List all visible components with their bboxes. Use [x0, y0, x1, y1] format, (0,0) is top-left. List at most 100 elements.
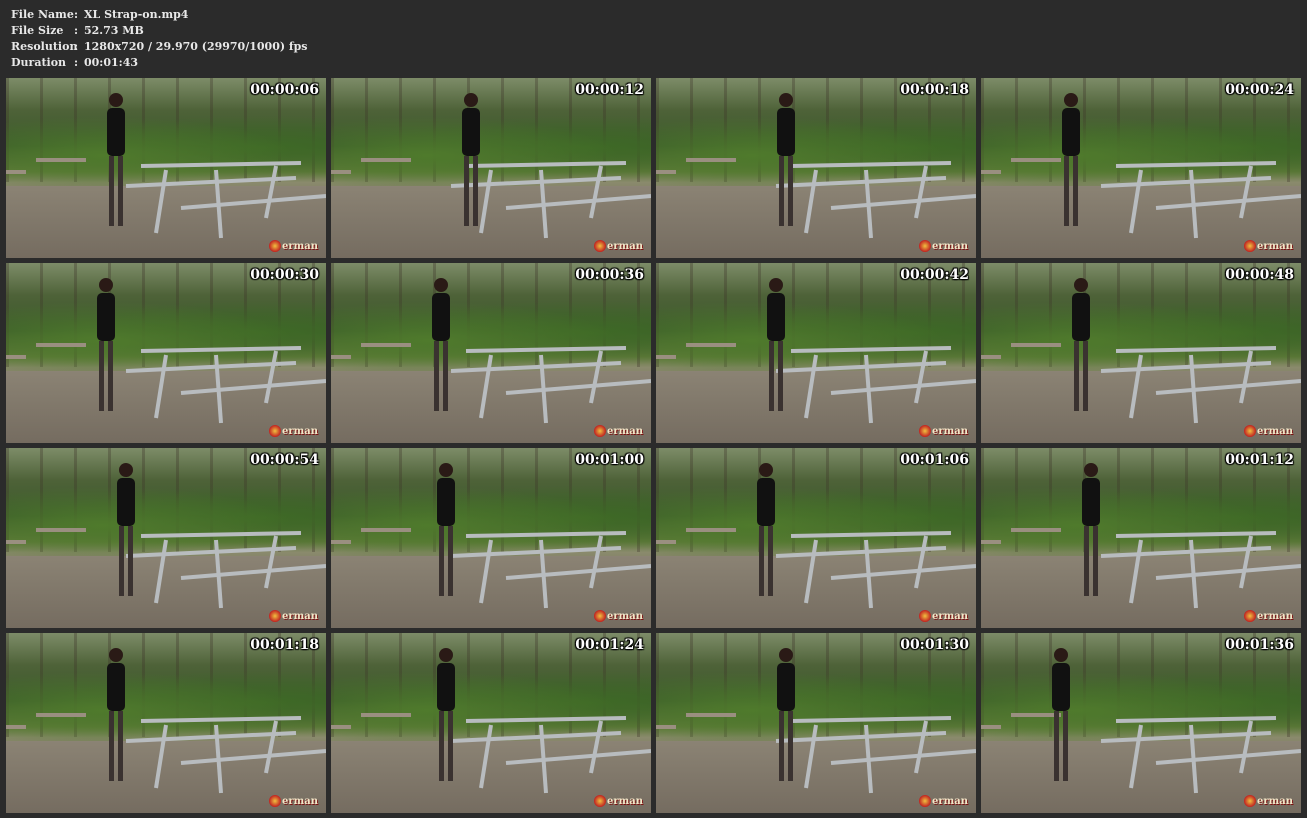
info-value: 1280x720 / 29.970 (29970/1000) fps — [84, 40, 308, 53]
watermark-text: erman — [932, 240, 968, 252]
info-value: XL Strap-on.mp4 — [84, 8, 189, 21]
watermark-logo: erman — [919, 794, 968, 808]
thumbnail-frame[interactable]: 00:01:30 erman — [656, 633, 976, 813]
person-figure — [757, 463, 775, 596]
person-figure — [1062, 93, 1080, 226]
scene-illustration — [656, 93, 976, 239]
info-separator: : — [74, 40, 79, 53]
thumbnail-frame[interactable]: 00:00:54 erman — [6, 448, 326, 628]
picnic-table — [1100, 161, 1301, 239]
scene-illustration — [331, 278, 651, 424]
scene-illustration — [656, 278, 976, 424]
thumbnail-frame[interactable]: 00:01:06 erman — [656, 448, 976, 628]
bench-left — [656, 528, 736, 544]
picnic-table — [1100, 346, 1301, 424]
timestamp-label: 00:01:00 — [575, 452, 644, 468]
scene-illustration — [656, 463, 976, 609]
seal-icon — [594, 240, 607, 252]
seal-icon — [1244, 795, 1257, 807]
bench-left — [656, 343, 736, 359]
thumbnail-frame[interactable]: 00:00:24 erman — [981, 78, 1301, 258]
person-figure — [767, 278, 785, 411]
scene-illustration — [6, 463, 326, 609]
thumbnail-frame[interactable]: 00:00:18 erman — [656, 78, 976, 258]
watermark-text: erman — [282, 795, 318, 807]
bench-left — [6, 713, 86, 729]
thumbnail-frame[interactable]: 00:00:48 erman — [981, 263, 1301, 443]
info-value: 00:01:43 — [84, 56, 139, 69]
person-figure — [107, 648, 125, 781]
bench-left — [981, 528, 1061, 544]
scene-illustration — [981, 463, 1301, 609]
timestamp-label: 00:00:30 — [250, 267, 319, 283]
timestamp-label: 00:01:06 — [900, 452, 969, 468]
thumbnail-frame[interactable]: 00:00:30 erman — [6, 263, 326, 443]
info-row-file-size: File Size : 52.73 MB — [11, 23, 308, 39]
thumbnail-frame[interactable]: 00:00:06 erman — [6, 78, 326, 258]
bench-left — [6, 343, 86, 359]
watermark-logo: erman — [594, 794, 643, 808]
person-figure — [97, 278, 115, 411]
thumbnail-frame[interactable]: 00:01:00 erman — [331, 448, 651, 628]
timestamp-label: 00:00:06 — [250, 82, 319, 98]
watermark-text: erman — [607, 425, 643, 437]
seal-icon — [1244, 610, 1257, 622]
bench-left — [981, 343, 1061, 359]
bench-left — [6, 158, 86, 174]
watermark-text: erman — [282, 610, 318, 622]
watermark-text: erman — [932, 795, 968, 807]
timestamp-label: 00:01:18 — [250, 637, 319, 653]
info-separator: : — [74, 24, 79, 37]
timestamp-label: 00:00:18 — [900, 82, 969, 98]
watermark-logo: erman — [1244, 239, 1293, 253]
thumbnail-frame[interactable]: 00:01:36 erman — [981, 633, 1301, 813]
scene-illustration — [331, 648, 651, 794]
watermark-logo: erman — [1244, 794, 1293, 808]
timestamp-label: 00:00:42 — [900, 267, 969, 283]
info-key: Resolution — [11, 40, 78, 53]
info-key: Duration — [11, 56, 67, 69]
bench-left — [331, 713, 411, 729]
picnic-table — [775, 716, 976, 794]
watermark-logo: erman — [1244, 609, 1293, 623]
scene-illustration — [6, 278, 326, 424]
thumbnail-frame[interactable]: 00:00:12 erman — [331, 78, 651, 258]
picnic-table — [450, 346, 651, 424]
info-separator: : — [74, 8, 79, 21]
watermark-text: erman — [607, 240, 643, 252]
timestamp-label: 00:00:12 — [575, 82, 644, 98]
info-row-resolution: Resolution : 1280x720 / 29.970 (29970/10… — [11, 39, 308, 55]
watermark-logo: erman — [1244, 424, 1293, 438]
seal-icon — [1244, 425, 1257, 437]
person-figure — [777, 93, 795, 226]
seal-icon — [919, 610, 932, 622]
picnic-table — [450, 716, 651, 794]
thumbnail-frame[interactable]: 00:01:12 erman — [981, 448, 1301, 628]
thumbnail-frame[interactable]: 00:01:24 erman — [331, 633, 651, 813]
picnic-table — [125, 346, 326, 424]
watermark-logo: erman — [594, 239, 643, 253]
info-value: 52.73 MB — [84, 24, 144, 37]
person-figure — [777, 648, 795, 781]
scene-illustration — [6, 93, 326, 239]
info-key: File Name — [11, 8, 74, 21]
timestamp-label: 00:01:36 — [1225, 637, 1294, 653]
person-figure — [462, 93, 480, 226]
watermark-text: erman — [607, 610, 643, 622]
watermark-text: erman — [282, 240, 318, 252]
seal-icon — [269, 240, 282, 252]
person-figure — [1072, 278, 1090, 411]
watermark-text: erman — [1257, 240, 1293, 252]
timestamp-label: 00:00:36 — [575, 267, 644, 283]
watermark-text: erman — [1257, 795, 1293, 807]
timestamp-label: 00:00:54 — [250, 452, 319, 468]
seal-icon — [594, 795, 607, 807]
seal-icon — [1244, 240, 1257, 252]
thumbnail-frame[interactable]: 00:00:42 erman — [656, 263, 976, 443]
thumbnail-frame[interactable]: 00:01:18 erman — [6, 633, 326, 813]
watermark-text: erman — [1257, 425, 1293, 437]
picnic-table — [450, 531, 651, 609]
watermark-logo: erman — [269, 794, 318, 808]
scene-illustration — [981, 278, 1301, 424]
thumbnail-frame[interactable]: 00:00:36 erman — [331, 263, 651, 443]
